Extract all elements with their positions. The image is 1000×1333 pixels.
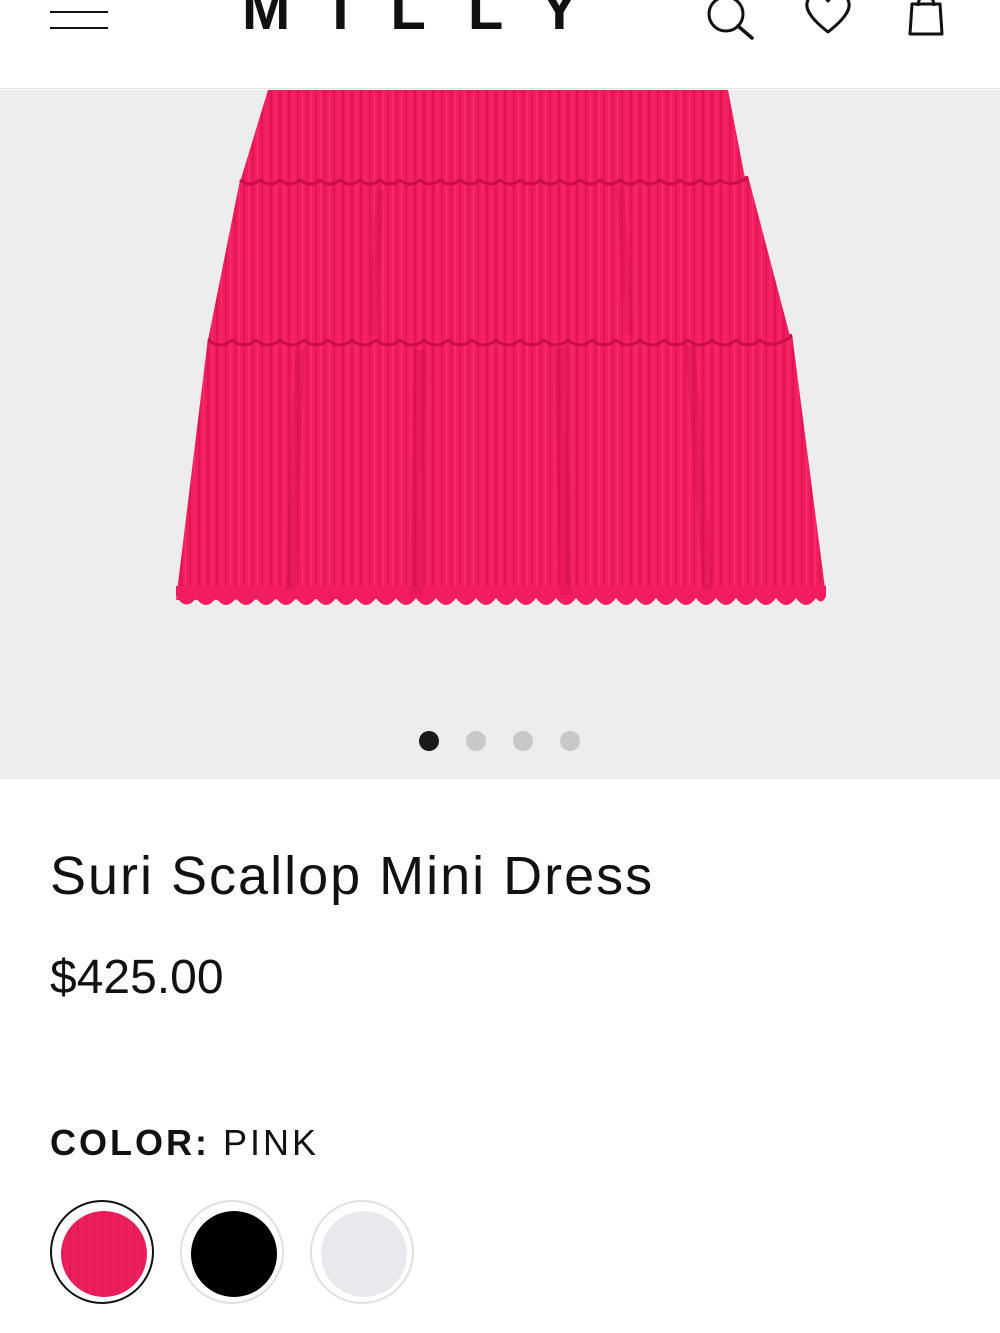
swatch-pink-fill bbox=[61, 1211, 147, 1297]
product-image-dress[interactable] bbox=[0, 90, 1000, 779]
swatch-black-fill bbox=[191, 1211, 277, 1297]
product-title: Suri Scallop Mini Dress bbox=[50, 846, 655, 906]
swatch-pink[interactable] bbox=[50, 1200, 154, 1304]
gallery-dot-4[interactable] bbox=[560, 731, 580, 751]
color-selector-label: COLOR: PINK bbox=[50, 1122, 319, 1164]
menu-icon-bar-top bbox=[50, 11, 108, 13]
swatch-black[interactable] bbox=[180, 1200, 284, 1304]
brand-logo[interactable]: MILLY bbox=[200, 0, 620, 40]
gallery-dot-1[interactable] bbox=[419, 731, 439, 751]
menu-button[interactable] bbox=[50, 4, 108, 34]
color-label-key: COLOR: bbox=[50, 1122, 210, 1163]
swatch-white[interactable] bbox=[310, 1200, 414, 1304]
site-header: MILLY bbox=[0, 0, 1000, 89]
color-label-value: PINK bbox=[223, 1122, 320, 1163]
search-icon[interactable] bbox=[702, 0, 754, 42]
menu-icon-bar-bottom bbox=[50, 27, 108, 29]
product-image-gallery[interactable] bbox=[0, 90, 1000, 779]
gallery-pagination bbox=[0, 731, 1000, 751]
shopping-bag-icon[interactable] bbox=[900, 0, 952, 42]
gallery-dot-2[interactable] bbox=[466, 731, 486, 751]
heart-icon[interactable] bbox=[802, 0, 854, 42]
product-price: $425.00 bbox=[50, 951, 224, 1004]
swatch-white-fill bbox=[321, 1211, 407, 1297]
gallery-dot-3[interactable] bbox=[513, 731, 533, 751]
